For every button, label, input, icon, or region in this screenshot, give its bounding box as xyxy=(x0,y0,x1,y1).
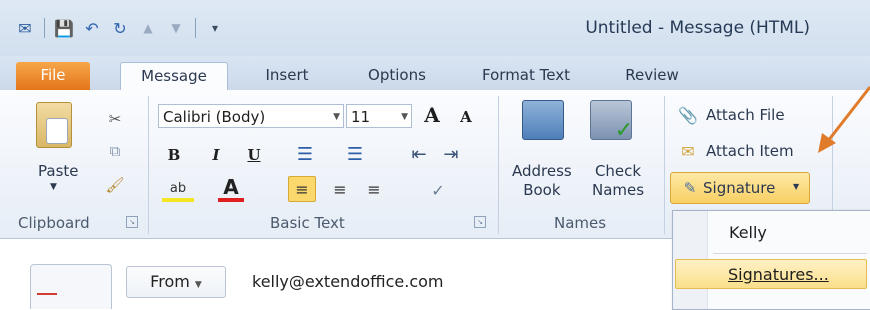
envelope-icon: ✉ xyxy=(681,141,695,161)
outlook-icon[interactable]: ✉ xyxy=(14,17,36,39)
address-book-label-line1: Address xyxy=(512,162,572,180)
chevron-down-icon: ▼ xyxy=(793,182,800,191)
attach-item-button[interactable]: Attach Item xyxy=(706,142,794,160)
checkmark-icon: ✓ xyxy=(614,117,634,143)
dialog-launcher-icon[interactable]: ↘ xyxy=(126,216,138,228)
grow-font-button[interactable]: A xyxy=(420,102,444,128)
paste-paper-icon xyxy=(46,118,68,144)
address-book-icon[interactable] xyxy=(522,100,564,140)
menu-separator xyxy=(713,253,867,254)
group-label-clipboard: Clipboard xyxy=(18,214,90,232)
format-painter-icon[interactable]: 🖌 xyxy=(104,174,126,196)
align-center-icon[interactable]: ≡ xyxy=(326,176,354,202)
send-button[interactable] xyxy=(30,264,112,309)
toolbar-separator xyxy=(44,18,45,38)
tab-message[interactable]: Message xyxy=(120,62,228,91)
chevron-down-icon: ▼ xyxy=(401,112,408,122)
scissors-icon[interactable]: ✂ xyxy=(104,108,126,130)
font-size-value: 11 xyxy=(351,108,371,126)
from-button[interactable]: From ▼ xyxy=(126,266,226,298)
bullets-icon[interactable]: ☰ xyxy=(290,142,320,166)
annotation-arrow xyxy=(818,86,870,153)
font-name-value: Calibri (Body) xyxy=(163,108,266,126)
title-bar: ✉ 💾 ↶ ↻ ▲ ▼ ▾ Untitled - Message (HTML) xyxy=(0,0,870,56)
tab-review[interactable]: Review xyxy=(612,62,692,90)
window-title: Untitled - Message (HTML) xyxy=(585,18,810,38)
address-book-label-line2: Book xyxy=(523,181,561,199)
signature-menu: Kelly Signatures... xyxy=(672,210,870,310)
ribbon-tabs: File Message Insert Options Format Text … xyxy=(0,56,870,91)
numbering-icon[interactable]: ☰ xyxy=(340,142,370,166)
save-icon[interactable]: 💾 xyxy=(53,17,75,39)
font-color-button[interactable]: A xyxy=(218,175,244,202)
font-size-combo[interactable]: 11 ▼ xyxy=(346,104,412,128)
up-arrow-icon[interactable]: ▲ xyxy=(137,17,159,39)
font-name-combo[interactable]: Calibri (Body) ▼ xyxy=(158,104,344,128)
chevron-down-icon: ▼ xyxy=(333,112,340,122)
from-button-label: From xyxy=(150,272,190,291)
menu-item-signatures-label: Signatures... xyxy=(728,265,829,284)
check-names-label-line1: Check xyxy=(594,162,642,180)
italic-button[interactable]: I xyxy=(206,144,226,166)
copy-icon[interactable]: ⧉ xyxy=(104,140,126,162)
customize-icon[interactable]: ▾ xyxy=(204,17,226,39)
signature-label: Signature xyxy=(703,179,776,197)
from-address: kelly@extendoffice.com xyxy=(252,272,444,291)
check-names-button[interactable]: Check Names xyxy=(592,162,644,200)
align-right-icon[interactable]: ≡ xyxy=(360,176,388,202)
signature-button[interactable]: ✎ Signature ▼ xyxy=(670,172,810,204)
chevron-down-icon: ▼ xyxy=(194,280,202,290)
underline-button[interactable]: U xyxy=(244,144,264,166)
group-label-names: Names xyxy=(554,214,607,232)
menu-item-signatures[interactable]: Signatures... xyxy=(675,259,867,289)
highlight-icon[interactable]: ab xyxy=(162,178,194,202)
bold-button[interactable]: B xyxy=(164,144,184,166)
send-envelope-icon xyxy=(37,293,57,303)
dialog-launcher-icon[interactable]: ↘ xyxy=(474,216,486,228)
redo-icon[interactable]: ↻ xyxy=(109,17,131,39)
increase-indent-icon[interactable]: ⇥ xyxy=(438,142,464,166)
group-separator xyxy=(498,96,499,234)
down-arrow-icon[interactable]: ▼ xyxy=(165,17,187,39)
tab-format-text[interactable]: Format Text xyxy=(470,62,582,90)
tab-insert[interactable]: Insert xyxy=(250,62,324,90)
paperclip-icon: 📎 xyxy=(678,105,698,125)
menu-item-kelly[interactable]: Kelly xyxy=(729,223,767,242)
address-book-button[interactable]: Address Book xyxy=(512,162,572,200)
check-names-label-line2: Names xyxy=(592,181,645,199)
decrease-indent-icon[interactable]: ⇤ xyxy=(406,142,432,166)
spelling-icon[interactable]: ✓ xyxy=(424,176,452,204)
quick-access-toolbar: ✉ 💾 ↶ ↻ ▲ ▼ ▾ xyxy=(14,16,226,40)
undo-icon[interactable]: ↶ xyxy=(81,17,103,39)
paste-button[interactable]: Paste xyxy=(38,162,79,180)
align-left-icon[interactable]: ≡ xyxy=(288,176,316,202)
group-label-basic-text: Basic Text xyxy=(270,214,345,232)
group-separator xyxy=(664,96,665,234)
tab-options[interactable]: Options xyxy=(352,62,442,90)
attach-file-button[interactable]: Attach File xyxy=(706,106,785,124)
chevron-down-icon[interactable]: ▼ xyxy=(50,182,57,192)
tab-file[interactable]: File xyxy=(16,62,90,90)
group-separator xyxy=(148,96,149,234)
toolbar-separator xyxy=(195,18,196,38)
signature-pen-icon: ✎ xyxy=(683,179,697,197)
shrink-font-button[interactable]: A xyxy=(456,106,476,128)
